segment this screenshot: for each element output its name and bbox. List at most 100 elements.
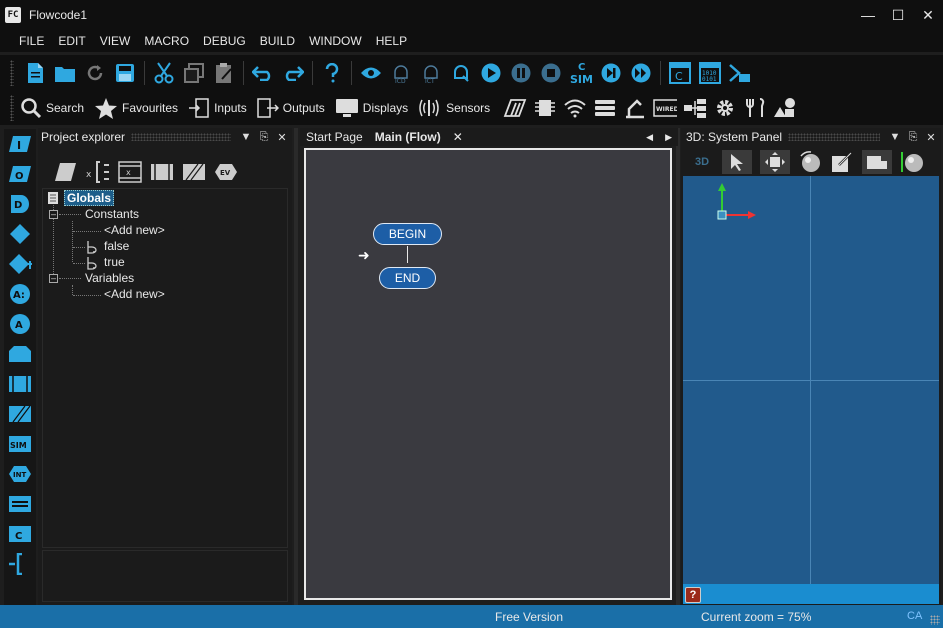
stop-icon[interactable] (539, 61, 563, 85)
constants-collapse-icon[interactable]: – (49, 210, 58, 219)
decision-command-icon[interactable] (8, 223, 32, 245)
loop-command-icon[interactable] (8, 343, 32, 365)
close-button[interactable]: ✕ (913, 0, 943, 30)
pause-icon[interactable] (509, 61, 533, 85)
tree-node-constants[interactable]: Constants (85, 207, 139, 221)
step-over-icon[interactable] (629, 61, 653, 85)
3d-view-toggle[interactable]: 3D (690, 150, 714, 174)
outputs-button[interactable]: Outputs (257, 97, 325, 119)
storage-components-icon[interactable] (593, 96, 617, 120)
tab-start-page[interactable]: Start Page (300, 130, 369, 144)
menu-help[interactable]: HELP (369, 34, 414, 48)
tree-node-globals[interactable]: Globals (64, 190, 115, 206)
right-splitter[interactable] (676, 128, 680, 605)
tree-node-variables-add-new[interactable]: <Add new> (104, 287, 165, 301)
favourites-button[interactable]: Favourites (94, 97, 178, 119)
menu-file[interactable]: FILE (12, 34, 51, 48)
step-into-icon[interactable] (599, 61, 623, 85)
view-layout-icon[interactable] (862, 150, 892, 174)
close-panel-icon[interactable]: ✕ (273, 131, 291, 144)
interrupt-command-icon[interactable]: INT (8, 463, 32, 485)
comment-command-icon[interactable] (8, 553, 32, 575)
globals-icon[interactable]: x (86, 160, 110, 184)
help-icon[interactable]: ? (685, 587, 701, 603)
left-splitter[interactable] (294, 128, 298, 605)
copy-icon[interactable] (182, 61, 206, 85)
tools-icon[interactable] (743, 96, 767, 120)
compile-to-chip-icon[interactable] (728, 61, 752, 85)
minimize-button[interactable]: — (853, 0, 883, 30)
calculation-command-icon[interactable]: A (8, 313, 32, 335)
wireless-icon[interactable] (563, 96, 587, 120)
pointer-select-icon[interactable] (722, 150, 752, 174)
render-sphere-icon[interactable] (900, 150, 924, 174)
header-grip[interactable] (788, 133, 880, 141)
ports-icon[interactable] (54, 160, 78, 184)
string-command-icon[interactable] (8, 493, 32, 515)
mechatronics-icon[interactable] (623, 96, 647, 120)
flow-begin-terminal[interactable]: BEGIN (373, 223, 442, 245)
close-tab-icon[interactable]: ✕ (447, 130, 469, 144)
open-folder-icon[interactable] (53, 61, 77, 85)
delay-command-icon[interactable]: D (8, 193, 32, 215)
window-resize-grip[interactable] (930, 615, 940, 625)
play-icon[interactable] (479, 61, 503, 85)
flowchart-canvas[interactable] (307, 151, 669, 597)
component-macro-icon[interactable]: A: (8, 283, 32, 305)
input-command-icon[interactable]: I (8, 133, 32, 155)
inputs-button[interactable]: Inputs (188, 97, 247, 119)
search-button[interactable]: Search (20, 97, 84, 119)
menu-debug[interactable]: DEBUG (196, 34, 253, 48)
shapes-icon[interactable] (773, 96, 797, 120)
events-icon[interactable]: EV (214, 160, 238, 184)
macro-call-icon[interactable] (8, 373, 32, 395)
undo-icon[interactable] (251, 61, 275, 85)
cut-icon[interactable] (152, 61, 176, 85)
new-file-icon[interactable] (23, 61, 47, 85)
simulation-debug-icon[interactable] (449, 61, 473, 85)
maximize-button[interactable]: ☐ (883, 0, 913, 30)
tree-node-variables[interactable]: Variables (85, 271, 134, 285)
compile-c-icon[interactable]: C (668, 61, 692, 85)
ict-debug-icon[interactable]: ICT (419, 61, 443, 85)
tab-scroll-left-icon[interactable]: ◀ (640, 132, 659, 143)
output-command-icon[interactable]: O (8, 163, 32, 185)
move-camera-icon[interactable] (760, 150, 790, 174)
code-command-icon[interactable]: C (8, 523, 32, 545)
pin-icon[interactable]: ⎘ (904, 131, 922, 144)
hatched-component-icon[interactable] (182, 160, 206, 184)
tree-components-icon[interactable] (683, 96, 707, 120)
help-question-icon[interactable] (320, 61, 344, 85)
chip-components-icon[interactable] (533, 96, 557, 120)
save-icon[interactable] (113, 61, 137, 85)
toolbar-grip[interactable] (10, 95, 14, 121)
motor-components-icon[interactable] (503, 96, 527, 120)
redo-icon[interactable] (281, 61, 305, 85)
menu-macro[interactable]: MACRO (137, 34, 196, 48)
menu-edit[interactable]: EDIT (51, 34, 92, 48)
variables-collapse-icon[interactable]: – (49, 274, 58, 283)
component-call-icon[interactable] (8, 403, 32, 425)
dropdown-arrow-icon[interactable]: ▼ (886, 131, 904, 143)
menu-view[interactable]: VIEW (93, 34, 138, 48)
zoom-arrow-icon[interactable] (830, 150, 854, 174)
displays-button[interactable]: Displays (335, 97, 408, 119)
tab-scroll-right-icon[interactable]: ▶ (659, 132, 678, 143)
tab-main-flow[interactable]: Main (Flow) (369, 130, 447, 144)
compile-hex-icon[interactable]: 1010 0101 (698, 61, 722, 85)
tree-node-constants-add-new[interactable]: <Add new> (104, 223, 165, 237)
settings-gear-icon[interactable] (713, 96, 737, 120)
header-grip[interactable] (131, 133, 231, 141)
switch-command-icon[interactable] (8, 253, 32, 275)
pin-icon[interactable]: ⎘ (255, 131, 273, 144)
tree-node-constant-false[interactable]: false (104, 239, 129, 253)
toolbar-grip[interactable] (10, 60, 14, 86)
close-panel-icon[interactable]: ✕ (922, 131, 940, 144)
rotate-sphere-icon[interactable] (798, 150, 822, 174)
dropdown-arrow-icon[interactable]: ▼ (237, 131, 255, 143)
flow-end-terminal[interactable]: END (379, 267, 436, 289)
icd-debug-icon[interactable]: ICD (389, 61, 413, 85)
paste-icon[interactable] (212, 61, 236, 85)
view-eye-icon[interactable] (359, 61, 383, 85)
simulation-command-icon[interactable]: SIM (8, 433, 32, 455)
